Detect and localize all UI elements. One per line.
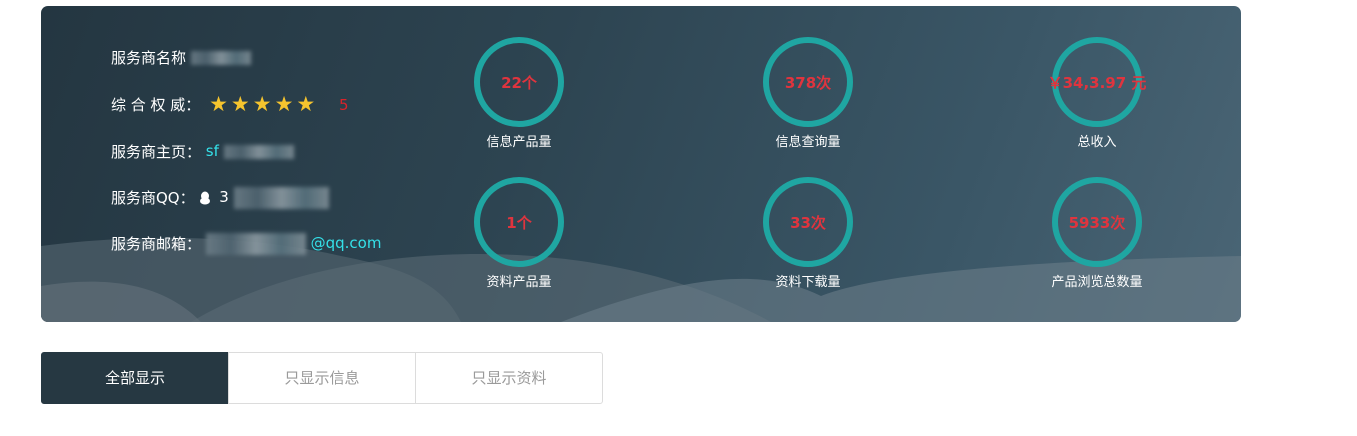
email-redacted	[205, 232, 306, 255]
rating-row: 综 合 权 威： ★ ★ ★ ★ ★ 5	[111, 93, 349, 115]
stat-label: 资料产品量	[486, 275, 552, 290]
stat-label: 产品浏览总数量	[1051, 275, 1143, 290]
star-icon: ★	[209, 92, 228, 116]
qq-row: 服务商QQ： 3	[111, 186, 329, 209]
qq-penguin-icon	[200, 191, 211, 204]
homepage-redacted	[223, 144, 294, 159]
rating-score: 5	[339, 95, 349, 114]
provider-name-row: 服务商名称	[111, 46, 251, 68]
rating-label: 综 合 权 威：	[111, 96, 201, 114]
rating-stars: ★ ★ ★ ★ ★	[209, 93, 318, 117]
stat-ring: 5933次	[1052, 177, 1142, 267]
stat-info-products: 22个 信息产品量	[419, 37, 619, 151]
stat-value: 5933次	[1068, 213, 1126, 232]
stat-product-views: 5933次 产品浏览总数量	[997, 177, 1197, 291]
provider-name-label: 服务商名称	[111, 48, 187, 67]
qq-value: 3	[219, 188, 229, 206]
stat-label: 总收入	[1077, 135, 1117, 150]
stat-ring: 22个	[474, 37, 564, 127]
qq-label: 服务商QQ：	[111, 188, 195, 207]
filter-tabs: 全部显示 只显示信息 只显示资料	[41, 352, 603, 404]
stat-total-income: ￥34,3.97 元 总收入	[997, 37, 1197, 151]
provider-summary-panel: 服务商名称 综 合 权 威： ★ ★ ★ ★ ★ 5 服务商主页： sf 服务商QQ： …	[41, 6, 1241, 322]
stat-info-queries: 378次 信息查询量	[708, 37, 908, 151]
star-icon: ★	[296, 92, 316, 116]
qq-redacted	[233, 186, 329, 209]
stat-ring: 33次	[763, 177, 853, 267]
stat-value: 1个	[506, 213, 532, 232]
stat-label: 信息查询量	[775, 135, 841, 150]
stat-ring: 1个	[474, 177, 564, 267]
stat-doc-downloads: 33次 资料下载量	[708, 177, 908, 291]
provider-name-redacted	[190, 50, 251, 65]
homepage-label: 服务商主页：	[111, 142, 202, 161]
email-value[interactable]: @qq.com	[311, 234, 382, 252]
stat-value: 378次	[784, 73, 832, 92]
star-icon: ★	[230, 92, 250, 116]
stat-ring: 378次	[763, 37, 853, 127]
tab-show-docs-only[interactable]: 只显示资料	[415, 352, 603, 404]
stat-value: ￥34,3.97 元	[1047, 73, 1147, 92]
email-row: 服务商邮箱： @qq.com	[111, 232, 382, 255]
stat-doc-products: 1个 资料产品量	[419, 177, 619, 291]
stat-label: 资料下载量	[775, 275, 841, 290]
homepage-row: 服务商主页： sf	[111, 140, 294, 162]
stat-ring: ￥34,3.97 元	[1048, 37, 1146, 127]
stat-value: 33次	[790, 213, 826, 232]
tab-show-info-only[interactable]: 只显示信息	[228, 352, 416, 404]
stat-value: 22个	[501, 73, 537, 92]
email-label: 服务商邮箱：	[111, 234, 202, 253]
star-icon: ★	[274, 92, 294, 116]
star-icon: ★	[252, 92, 272, 116]
homepage-link[interactable]: sf	[206, 142, 219, 160]
tab-show-all[interactable]: 全部显示	[41, 352, 229, 404]
stat-label: 信息产品量	[486, 135, 552, 150]
